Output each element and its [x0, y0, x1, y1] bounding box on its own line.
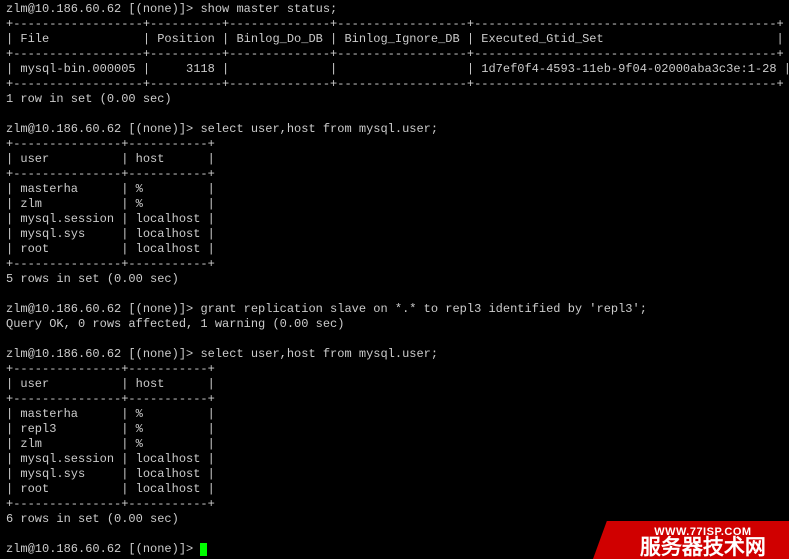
- table-border: +------------------+----------+---------…: [6, 77, 783, 92]
- table-row: | root | localhost |: [6, 482, 783, 497]
- terminal-output: zlm@10.186.60.62 [(none)]> show master s…: [6, 2, 783, 557]
- command-line-3: zlm@10.186.60.62 [(none)]> grant replica…: [6, 302, 783, 317]
- table-border: +---------------+-----------+: [6, 137, 783, 152]
- table-row: | mysql.session | localhost |: [6, 212, 783, 227]
- prompt: zlm@10.186.60.62 [(none)]>: [6, 302, 200, 316]
- table-row: | mysql-bin.000005 | 3118 | | | 1d7ef0f4…: [6, 62, 783, 77]
- table-row: | repl3 | % |: [6, 422, 783, 437]
- command-text: select user,host from mysql.user;: [200, 122, 438, 136]
- table-row: | mysql.session | localhost |: [6, 452, 783, 467]
- table-border: +---------------+-----------+: [6, 497, 783, 512]
- watermark-title: 服务器技术网: [640, 540, 766, 555]
- table-row: | masterha | % |: [6, 407, 783, 422]
- table-border: +------------------+----------+---------…: [6, 17, 783, 32]
- blank-line: [6, 287, 783, 302]
- table-row: | mysql.sys | localhost |: [6, 467, 783, 482]
- result-footer: 5 rows in set (0.00 sec): [6, 272, 783, 287]
- result-text: Query OK, 0 rows affected, 1 warning (0.…: [6, 317, 783, 332]
- result-footer: 1 row in set (0.00 sec): [6, 92, 783, 107]
- blank-line: [6, 107, 783, 122]
- table-row: | masterha | % |: [6, 182, 783, 197]
- table-border: +---------------+-----------+: [6, 392, 783, 407]
- table-border: +---------------+-----------+: [6, 167, 783, 182]
- table-border: +---------------+-----------+: [6, 257, 783, 272]
- command-text: show master status;: [200, 2, 337, 16]
- table-header: | user | host |: [6, 152, 783, 167]
- blank-line: [6, 332, 783, 347]
- cursor-icon: [200, 543, 207, 556]
- watermark-banner: WWW.77ISP.COM 服务器技术网: [593, 521, 789, 559]
- command-line-2: zlm@10.186.60.62 [(none)]> select user,h…: [6, 122, 783, 137]
- prompt: zlm@10.186.60.62 [(none)]>: [6, 347, 200, 361]
- command-line-1: zlm@10.186.60.62 [(none)]> show master s…: [6, 2, 783, 17]
- table-row: | zlm | % |: [6, 437, 783, 452]
- table-border: +---------------+-----------+: [6, 362, 783, 377]
- table-header: | user | host |: [6, 377, 783, 392]
- table-row: | root | localhost |: [6, 242, 783, 257]
- prompt: zlm@10.186.60.62 [(none)]>: [6, 2, 200, 16]
- prompt: zlm@10.186.60.62 [(none)]>: [6, 542, 200, 556]
- command-text: grant replication slave on *.* to repl3 …: [200, 302, 646, 316]
- command-line-4: zlm@10.186.60.62 [(none)]> select user,h…: [6, 347, 783, 362]
- prompt: zlm@10.186.60.62 [(none)]>: [6, 122, 200, 136]
- table-border: +------------------+----------+---------…: [6, 47, 783, 62]
- table-row: | mysql.sys | localhost |: [6, 227, 783, 242]
- table-header: | File | Position | Binlog_Do_DB | Binlo…: [6, 32, 783, 47]
- table-row: | zlm | % |: [6, 197, 783, 212]
- command-text: select user,host from mysql.user;: [200, 347, 438, 361]
